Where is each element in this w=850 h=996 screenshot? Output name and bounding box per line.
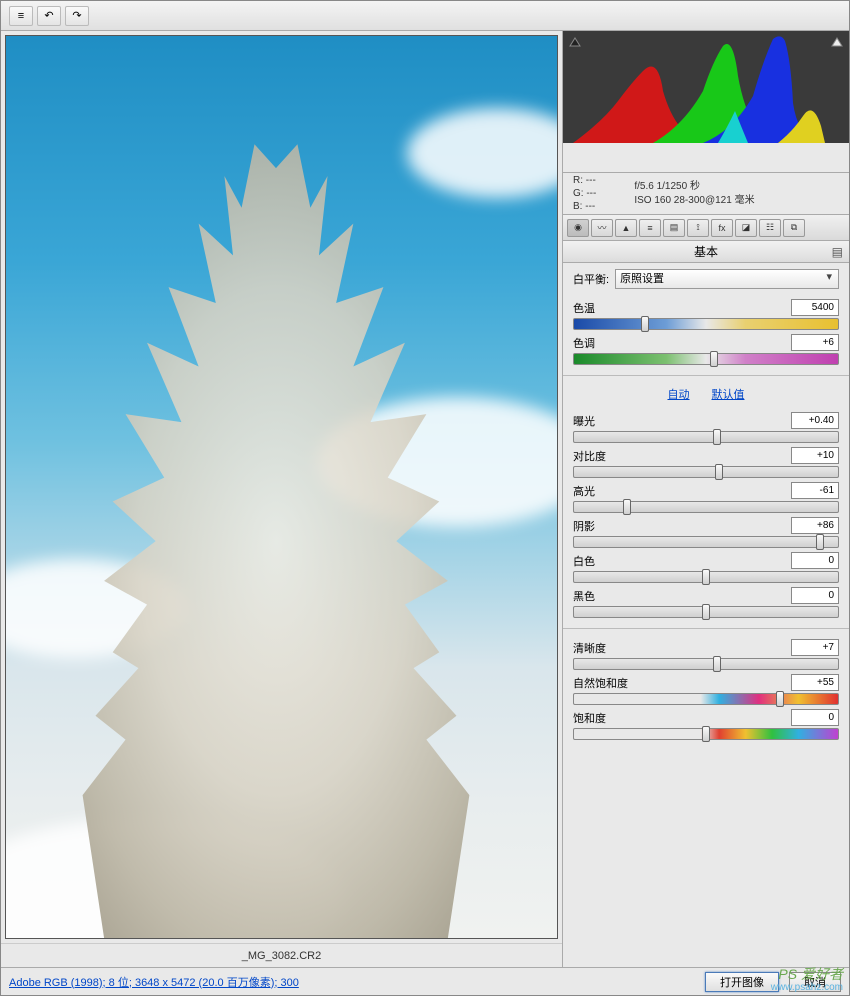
saturation-thumb[interactable]	[702, 726, 710, 742]
slider-contrast: 对比度 +10	[573, 447, 839, 478]
vibrance-track[interactable]	[573, 693, 839, 705]
main-area: _MG_3082.CR2	[1, 31, 849, 967]
panel-title: 基本 ▤	[563, 241, 849, 263]
highlights-thumb[interactable]	[623, 499, 631, 515]
histogram[interactable]	[563, 31, 849, 173]
side-panel: R: --- G: --- B: --- f/5.6 1/1250 秒 ISO …	[563, 31, 849, 967]
clarity-track[interactable]	[573, 658, 839, 670]
slider-highlights: 高光 -61	[573, 482, 839, 513]
contrast-label: 对比度	[573, 448, 606, 464]
blacks-track[interactable]	[573, 606, 839, 618]
saturation-label: 饱和度	[573, 710, 606, 726]
contrast-track[interactable]	[573, 466, 839, 478]
controls: 白平衡: 原照设置 色温 5400 色调 +6	[563, 263, 849, 754]
exposure-track[interactable]	[573, 431, 839, 443]
vibrance-thumb[interactable]	[776, 691, 784, 707]
auto-default-row: 自动 默认值	[573, 386, 839, 402]
exposure-thumb[interactable]	[713, 429, 721, 445]
slider-clarity: 清晰度 +7	[573, 639, 839, 670]
vibrance-label: 自然饱和度	[573, 675, 628, 691]
highlights-track[interactable]	[573, 501, 839, 513]
whites-value[interactable]: 0	[791, 552, 839, 569]
tab-presets[interactable]: ☷	[759, 219, 781, 237]
slider-temp: 色温 5400	[573, 299, 839, 330]
watermark: PS 爱好者 www.psahz.com	[771, 967, 843, 993]
whites-thumb[interactable]	[702, 569, 710, 585]
exif-readout: R: --- G: --- B: --- f/5.6 1/1250 秒 ISO …	[563, 173, 849, 215]
image-viewport[interactable]	[1, 31, 562, 943]
shadows-thumb[interactable]	[816, 534, 824, 550]
slider-blacks: 黑色 0	[573, 587, 839, 618]
whites-label: 白色	[573, 553, 595, 569]
shadows-label: 阴影	[573, 518, 595, 534]
exposure-value[interactable]: +0.40	[791, 412, 839, 429]
slider-exposure: 曝光 +0.40	[573, 412, 839, 443]
blacks-thumb[interactable]	[702, 604, 710, 620]
footer-bar: Adobe RGB (1998); 8 位; 3648 x 5472 (20.0…	[1, 967, 849, 995]
temp-value[interactable]: 5400	[791, 299, 839, 316]
tab-camera[interactable]: ◪	[735, 219, 757, 237]
tab-fx[interactable]: fx	[711, 219, 733, 237]
filename-label: _MG_3082.CR2	[1, 943, 562, 967]
tab-curve[interactable]: 〰	[591, 219, 613, 237]
preview-pane: _MG_3082.CR2	[1, 31, 563, 967]
tab-snapshots[interactable]: ⧉	[783, 219, 805, 237]
workflow-info[interactable]: Adobe RGB (1998); 8 位; 3648 x 5472 (20.0…	[9, 974, 299, 990]
whites-track[interactable]	[573, 571, 839, 583]
blacks-value[interactable]: 0	[791, 587, 839, 604]
slider-whites: 白色 0	[573, 552, 839, 583]
tint-track[interactable]	[573, 353, 839, 365]
tab-detail[interactable]: ▲	[615, 219, 637, 237]
slider-shadows: 阴影 +86	[573, 517, 839, 548]
vibrance-value[interactable]: +55	[791, 674, 839, 691]
contrast-thumb[interactable]	[715, 464, 723, 480]
tab-lens[interactable]: ⟟	[687, 219, 709, 237]
shadows-value[interactable]: +86	[791, 517, 839, 534]
open-image-button[interactable]: 打开图像	[705, 972, 779, 992]
tint-thumb[interactable]	[710, 351, 718, 367]
temp-thumb[interactable]	[641, 316, 649, 332]
tint-value[interactable]: +6	[791, 334, 839, 351]
highlights-value[interactable]: -61	[791, 482, 839, 499]
clarity-value[interactable]: +7	[791, 639, 839, 656]
white-balance-row: 白平衡: 原照设置	[573, 269, 839, 289]
rgb-readout: R: --- G: --- B: ---	[573, 174, 596, 213]
top-toolbar: ≡ ↶ ↷	[1, 1, 849, 31]
wb-dropdown[interactable]: 原照设置	[615, 269, 839, 289]
saturation-track[interactable]	[573, 728, 839, 740]
clarity-label: 清晰度	[573, 640, 606, 656]
panel-tabs: ◉ 〰 ▲ ≡ ▤ ⟟ fx ◪ ☷ ⧉	[563, 215, 849, 241]
tab-split[interactable]: ▤	[663, 219, 685, 237]
tab-hsl[interactable]: ≡	[639, 219, 661, 237]
highlight-clip-icon[interactable]	[831, 35, 843, 47]
exposure-label: 曝光	[573, 413, 595, 429]
undo-button[interactable]: ↶	[37, 6, 61, 26]
temp-track[interactable]	[573, 318, 839, 330]
shadow-clip-icon[interactable]	[569, 35, 581, 47]
slider-vibrance: 自然饱和度 +55	[573, 674, 839, 705]
tint-label: 色调	[573, 335, 595, 351]
clarity-thumb[interactable]	[713, 656, 721, 672]
redo-button[interactable]: ↷	[65, 6, 89, 26]
tab-basic[interactable]: ◉	[567, 219, 589, 237]
histogram-graph	[563, 31, 849, 143]
exif-info: f/5.6 1/1250 秒 ISO 160 28-300@121 毫米	[614, 180, 839, 208]
slider-saturation: 饱和度 0	[573, 709, 839, 740]
auto-link[interactable]: 自动	[668, 386, 690, 402]
menu-button[interactable]: ≡	[9, 6, 33, 26]
default-link[interactable]: 默认值	[712, 386, 745, 402]
app-window: ≡ ↶ ↷ _MG_3082.CR2	[0, 0, 850, 996]
contrast-value[interactable]: +10	[791, 447, 839, 464]
blacks-label: 黑色	[573, 588, 595, 604]
temp-label: 色温	[573, 300, 595, 316]
panel-menu-icon[interactable]: ▤	[832, 245, 843, 259]
saturation-value[interactable]: 0	[791, 709, 839, 726]
preview-image	[5, 35, 558, 939]
highlights-label: 高光	[573, 483, 595, 499]
shadows-track[interactable]	[573, 536, 839, 548]
wb-label: 白平衡:	[573, 271, 609, 287]
slider-tint: 色调 +6	[573, 334, 839, 365]
